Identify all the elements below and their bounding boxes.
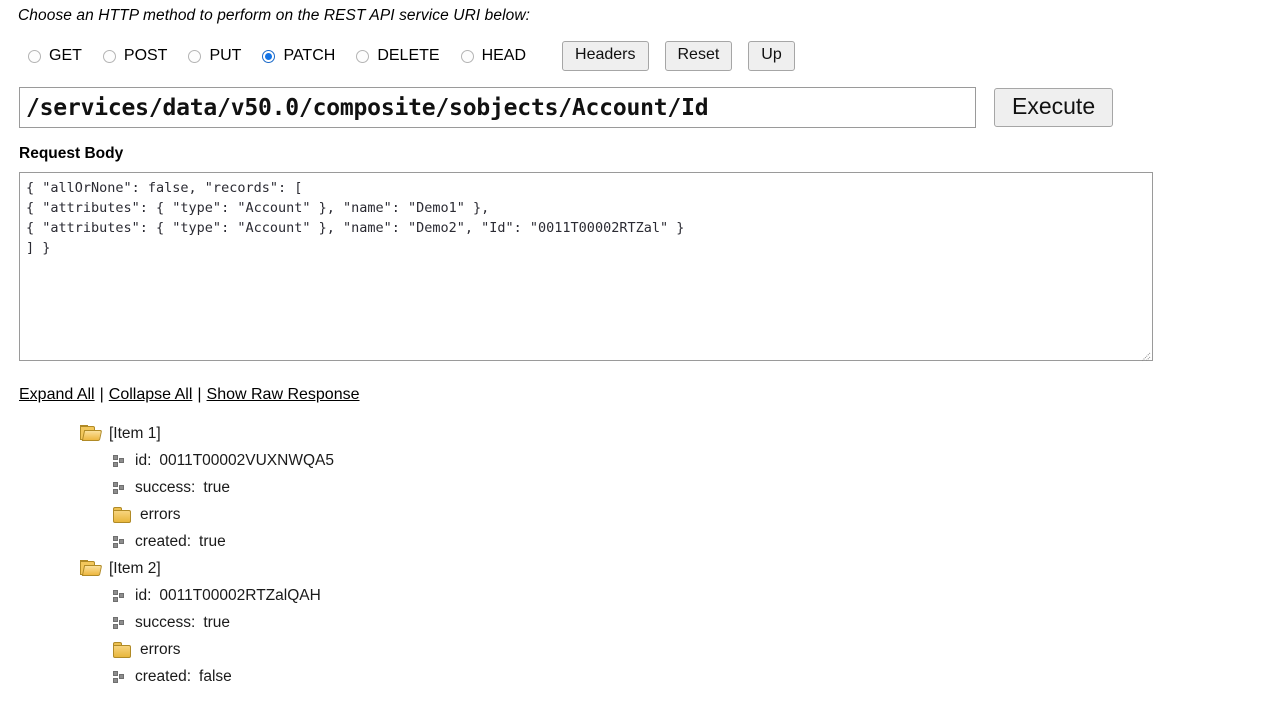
radio-post-label: POST bbox=[123, 47, 168, 64]
request-body-textarea[interactable]: { "allOrNone": false, "records": [ { "at… bbox=[19, 172, 1153, 361]
tree-node-key: errors bbox=[140, 640, 181, 658]
reset-button[interactable]: Reset bbox=[664, 41, 733, 71]
tree-node-key: success: bbox=[135, 478, 196, 496]
radio-post-indicator[interactable] bbox=[102, 49, 116, 63]
tree-node-item-2-created[interactable]: created: false bbox=[80, 663, 1263, 690]
response-tree: [Item 1] id: 0011T00002VUXNWQA5 success:… bbox=[0, 420, 1263, 690]
tree-node-label: [Item 1] bbox=[109, 424, 161, 442]
leaf-icon bbox=[113, 615, 127, 631]
tree-node-item-2-success[interactable]: success: true bbox=[80, 609, 1263, 636]
radio-get-label: GET bbox=[49, 47, 82, 64]
radio-delete-label: DELETE bbox=[377, 47, 440, 64]
folder-open-icon[interactable] bbox=[80, 560, 103, 577]
tree-node-key: created: bbox=[135, 532, 192, 550]
radio-patch[interactable]: PATCH bbox=[262, 47, 335, 65]
radio-patch-indicator[interactable] bbox=[262, 49, 276, 63]
radio-put-indicator[interactable] bbox=[188, 49, 202, 63]
collapse-all-link[interactable]: Collapse All bbox=[109, 386, 193, 403]
tree-node-key: success: bbox=[135, 613, 196, 631]
tree-node-value: false bbox=[199, 667, 232, 685]
tree-node-item-1-errors[interactable]: errors bbox=[80, 501, 1263, 528]
up-button[interactable]: Up bbox=[748, 41, 795, 71]
tree-node-item-1[interactable]: [Item 1] bbox=[80, 420, 1263, 447]
radio-patch-label: PATCH bbox=[283, 47, 336, 64]
tree-node-label: [Item 2] bbox=[109, 559, 161, 577]
leaf-icon bbox=[113, 480, 127, 496]
tree-node-item-2-errors[interactable]: errors bbox=[80, 636, 1263, 663]
tree-node-value: true bbox=[203, 478, 231, 496]
response-actions: Expand All | Collapse All | Show Raw Respons… bbox=[0, 386, 1263, 404]
folder-open-icon[interactable] bbox=[80, 425, 103, 442]
tree-node-item-1-success[interactable]: success: true bbox=[80, 474, 1263, 501]
http-method-toolbar: GET POST PUT PATCH DELETE HEAD Headers R… bbox=[0, 39, 1263, 73]
folder-closed-icon[interactable] bbox=[113, 506, 132, 523]
tree-node-key: errors bbox=[140, 505, 181, 523]
page-instruction: Choose an HTTP method to perform on the … bbox=[18, 7, 531, 24]
links-separator-2: | bbox=[197, 386, 202, 403]
leaf-icon bbox=[113, 588, 127, 604]
radio-head[interactable]: HEAD bbox=[460, 47, 527, 65]
service-uri-input[interactable] bbox=[19, 87, 976, 128]
radio-post[interactable]: POST bbox=[102, 47, 168, 65]
tree-node-value: true bbox=[203, 613, 231, 631]
tree-node-item-1-created[interactable]: created: true bbox=[80, 528, 1263, 555]
request-body-wrap: { "allOrNone": false, "records": [ { "at… bbox=[0, 172, 1263, 366]
links-separator-1: | bbox=[99, 386, 104, 403]
tree-node-item-2-id[interactable]: id: 0011T00002RTZalQAH bbox=[80, 582, 1263, 609]
tree-node-key: created: bbox=[135, 667, 192, 685]
tree-node-value: 0011T00002RTZalQAH bbox=[159, 586, 321, 604]
uri-row: Execute bbox=[0, 87, 1263, 128]
radio-delete-indicator[interactable] bbox=[356, 49, 370, 63]
leaf-icon bbox=[113, 453, 127, 469]
http-method-radio-group: GET POST PUT PATCH DELETE HEAD bbox=[28, 47, 547, 65]
tree-node-value: true bbox=[199, 532, 226, 550]
radio-put[interactable]: PUT bbox=[188, 47, 241, 65]
request-body-label: Request Body bbox=[19, 145, 124, 162]
show-raw-response-link[interactable]: Show Raw Response bbox=[207, 386, 360, 403]
tree-node-item-1-id[interactable]: id: 0011T00002VUXNWQA5 bbox=[80, 447, 1263, 474]
radio-put-label: PUT bbox=[209, 47, 242, 64]
leaf-icon bbox=[113, 669, 127, 685]
radio-get-indicator[interactable] bbox=[28, 49, 41, 63]
leaf-icon bbox=[113, 534, 127, 550]
tree-node-key: id: bbox=[135, 586, 152, 604]
radio-get[interactable]: GET bbox=[28, 47, 82, 65]
radio-head-indicator[interactable] bbox=[460, 49, 474, 63]
tree-node-item-2[interactable]: [Item 2] bbox=[80, 555, 1263, 582]
tree-node-key: id: bbox=[135, 451, 152, 469]
execute-button[interactable]: Execute bbox=[994, 88, 1114, 127]
tree-node-value: 0011T00002VUXNWQA5 bbox=[159, 451, 334, 469]
folder-closed-icon[interactable] bbox=[113, 641, 132, 658]
radio-head-label: HEAD bbox=[481, 47, 527, 64]
headers-button[interactable]: Headers bbox=[562, 41, 649, 71]
radio-delete[interactable]: DELETE bbox=[356, 47, 440, 65]
expand-all-link[interactable]: Expand All bbox=[19, 386, 95, 403]
